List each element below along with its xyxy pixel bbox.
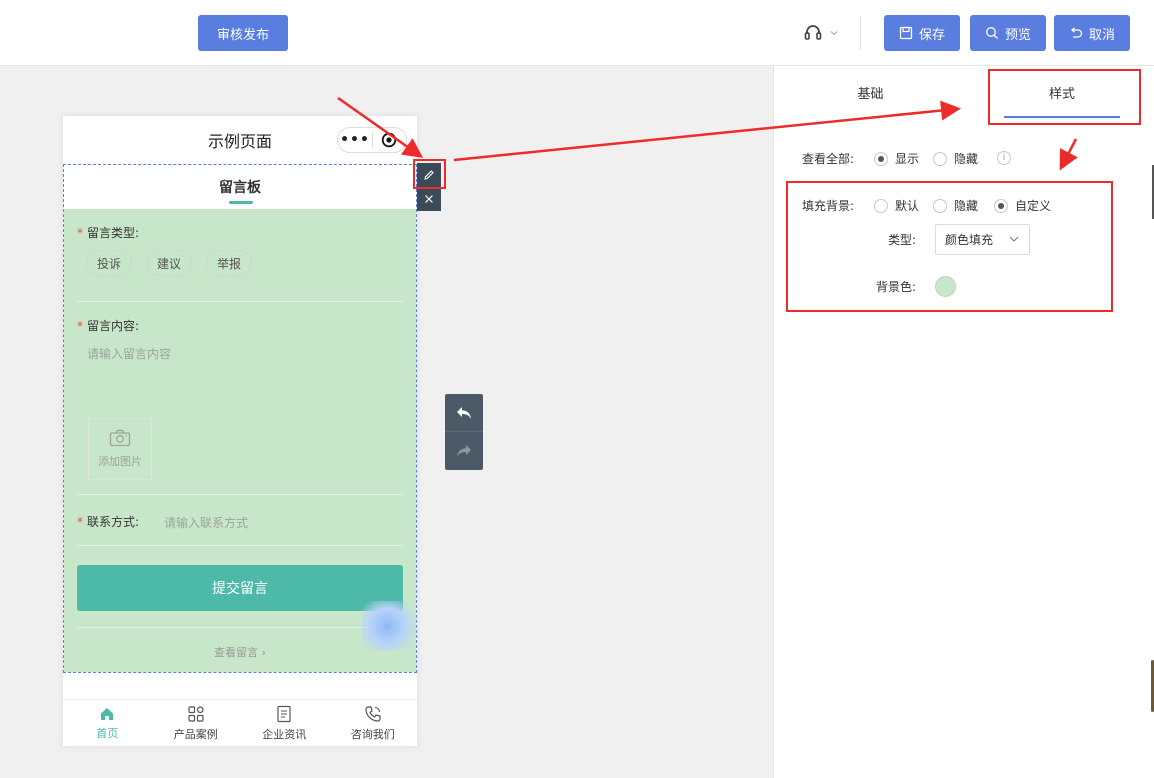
tab-news[interactable]: 企业资讯	[240, 700, 329, 746]
view-all-label: 查看全部:	[802, 152, 855, 166]
support-menu[interactable]	[803, 22, 843, 44]
target-icon	[373, 132, 406, 148]
save-label: 保存	[918, 27, 945, 43]
preview-button[interactable]: 预览	[970, 15, 1046, 51]
cancel-label: 取消	[1088, 27, 1115, 43]
camera-icon	[109, 429, 131, 447]
title-underline	[229, 201, 253, 204]
more-icon: •••	[340, 132, 370, 148]
undo-arrow-icon	[457, 406, 471, 419]
search-icon	[986, 27, 998, 39]
tab-contact[interactable]: 咨询我们	[329, 700, 418, 746]
submit-message-button[interactable]: 提交留言	[77, 565, 403, 611]
floating-widget	[362, 601, 418, 651]
add-photo-button[interactable]: 添加图片	[88, 418, 152, 480]
home-icon	[101, 707, 114, 720]
highlight-edit	[413, 159, 446, 189]
cancel-button[interactable]: 取消	[1054, 15, 1130, 51]
module-title: 留言板	[64, 165, 416, 209]
close-icon	[425, 195, 433, 203]
module-body: * 留言类型: 投诉 建议 举报 * 留言内容: 请输入留言内容 添加图片 * 联系方…	[64, 209, 418, 672]
chevron-down-icon	[830, 31, 838, 36]
save-button[interactable]: 保存	[884, 15, 960, 51]
radio-show[interactable]: 显示	[874, 150, 919, 167]
grid-icon	[188, 705, 204, 722]
publish-button[interactable]: 审核发布	[198, 15, 288, 51]
undo-icon	[1070, 27, 1083, 38]
phone-icon	[365, 705, 381, 722]
history-panel	[445, 394, 483, 470]
phone-preview: 示例页面 ••• 留言板 * 留言类型: 投诉 建议 举报 * 留言内容: 请输入留…	[63, 116, 418, 746]
divider	[860, 16, 861, 50]
page-title: 示例页面	[207, 132, 272, 151]
highlight-fill-settings	[786, 181, 1113, 312]
tab-products[interactable]: 产品案例	[152, 700, 241, 746]
bottom-tabbar: 首页 产品案例 企业资讯 咨询我们	[63, 699, 417, 746]
content-label: * 留言内容:	[77, 319, 140, 333]
tab-basic[interactable]: 基础	[774, 66, 967, 118]
chip-report[interactable]: 举报	[206, 250, 253, 276]
delete-module-button[interactable]	[417, 187, 441, 211]
message-board-module[interactable]: 留言板 * 留言类型: 投诉 建议 举报 * 留言内容: 请输入留言内容 添加图片 …	[63, 164, 418, 673]
info-icon[interactable]: i	[997, 151, 1011, 165]
highlight-style-tab	[988, 69, 1141, 125]
settings-panel: 基础 样式 查看全部: 显示 隐藏 i 填充背景: 默认 隐藏 自定义 类型: …	[773, 66, 1154, 778]
redo-arrow-icon	[457, 445, 471, 457]
add-photo-label: 添加图片	[98, 455, 142, 468]
save-icon	[899, 26, 913, 40]
radio-hide[interactable]: 隐藏	[933, 150, 978, 167]
chip-complaint[interactable]: 投诉	[86, 250, 133, 276]
tab-home[interactable]: 首页	[63, 700, 152, 746]
type-label: * 留言类型:	[77, 226, 140, 240]
contact-label: * 联系方式:	[77, 515, 140, 529]
content-textarea[interactable]: 请输入留言内容	[87, 345, 171, 362]
module-title-text: 留言板	[219, 180, 261, 196]
preview-label: 预览	[1004, 27, 1031, 43]
headset-icon	[804, 25, 822, 40]
undo-button[interactable]	[445, 394, 483, 432]
redo-button[interactable]	[445, 432, 483, 470]
mini-capsule: •••	[337, 127, 407, 153]
top-toolbar: 审核发布 保存 预览 取消	[0, 0, 1154, 66]
chip-suggestion[interactable]: 建议	[146, 250, 193, 276]
contact-input[interactable]: 请输入联系方式	[164, 514, 248, 531]
document-icon	[277, 705, 291, 722]
phone-header: 示例页面 •••	[63, 116, 417, 164]
